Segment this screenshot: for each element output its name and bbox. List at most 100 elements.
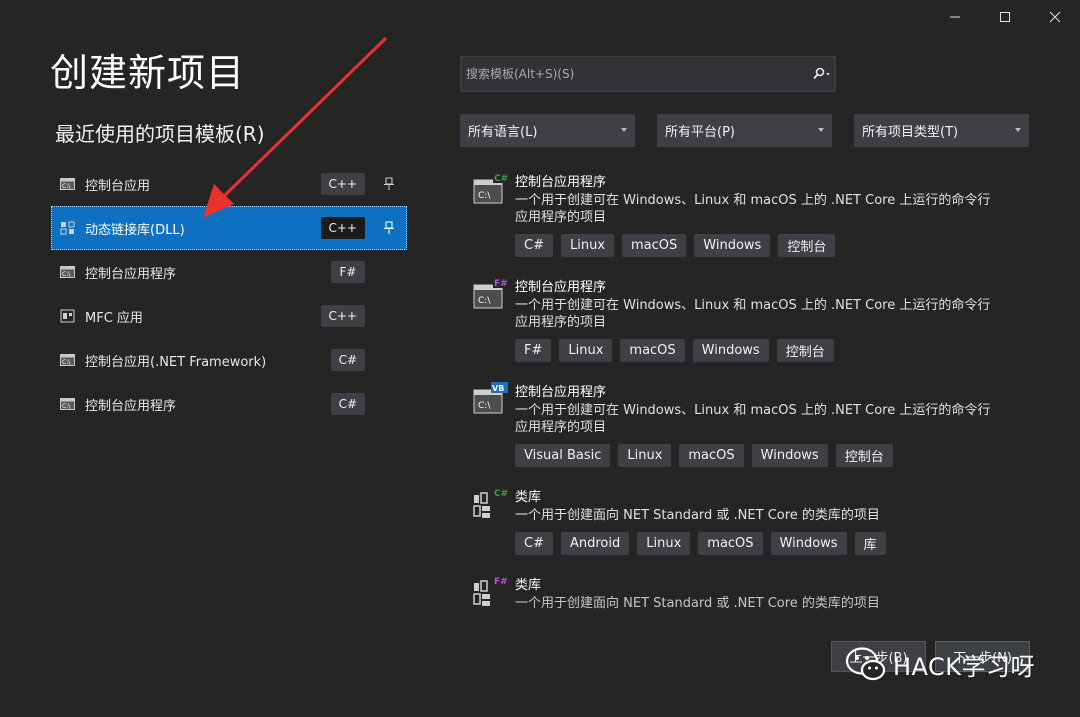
template-tag: Linux xyxy=(618,444,672,467)
window-controls xyxy=(930,0,1080,34)
template-language-badge: C# xyxy=(494,489,508,499)
template-tag: Windows xyxy=(770,532,847,555)
svg-text:C:\: C:\ xyxy=(478,296,491,306)
project-type-filter[interactable]: 所有项目类型(T) xyxy=(854,114,1029,147)
template-description: 一个用于创建可在 Windows、Linux 和 macOS 上的 .NET C… xyxy=(515,403,991,435)
template-tags: F# Linux macOS Windows 控制台 xyxy=(515,339,1012,363)
template-tag: Windows xyxy=(692,339,769,362)
svg-text:C:\: C:\ xyxy=(62,359,71,366)
language-tag: C++ xyxy=(320,305,365,327)
template-language-badge: VB xyxy=(492,384,504,393)
console-app-icon: C:\ xyxy=(59,396,77,412)
watermark-text: HACK学习呀 xyxy=(893,652,1036,681)
svg-text:C:\: C:\ xyxy=(478,401,491,411)
template-tag: Linux xyxy=(637,532,691,555)
template-tag: 控制台 xyxy=(778,234,836,257)
console-app-icon: C:\ VB xyxy=(473,382,508,414)
project-type-filter-label: 所有项目类型(T) xyxy=(862,125,959,140)
class-library-icon: F# xyxy=(473,575,508,606)
template-tag: Linux xyxy=(560,234,615,257)
language-filter-label: 所有语言(L) xyxy=(468,125,538,140)
recent-item[interactable]: MFC 应用 C++ xyxy=(51,294,407,338)
template-list: C:\ C# 控制台应用程序 一个用于创建可在 Windows、Linux 和 … xyxy=(472,168,1012,621)
recent-templates-heading: 最近使用的项目模板(R) xyxy=(55,122,265,146)
template-tag: C# xyxy=(515,532,553,555)
svg-text:C:\: C:\ xyxy=(62,183,71,190)
class-library-icon: C# xyxy=(473,487,508,518)
wechat-logo-icon xyxy=(845,647,886,681)
template-tag: 控制台 xyxy=(835,444,893,467)
template-tags: Visual Basic Linux macOS Windows 控制台 xyxy=(515,444,1012,468)
template-language-badge: C# xyxy=(494,174,508,184)
template-tag: Android xyxy=(560,532,630,555)
template-item[interactable]: C:\ VB 控制台应用程序 一个用于创建可在 Windows、Linux 和 … xyxy=(472,378,1012,483)
mfc-app-icon xyxy=(59,308,77,324)
watermark: HACK学习呀 xyxy=(845,645,1035,683)
recent-item[interactable]: C:\ 控制台应用(.NET Framework) C# xyxy=(51,338,407,382)
maximize-icon[interactable] xyxy=(980,0,1030,34)
recent-item[interactable]: C:\ 控制台应用 C++ xyxy=(51,162,407,206)
template-tag: Linux xyxy=(559,339,613,362)
svg-text:C:\: C:\ xyxy=(62,403,71,410)
template-tags: C# Android Linux macOS Windows 库 xyxy=(515,532,1012,556)
template-tag: macOS xyxy=(622,234,687,257)
svg-text:C:\: C:\ xyxy=(62,271,71,278)
console-app-icon: C:\ xyxy=(59,176,77,192)
language-tag: F# xyxy=(331,261,365,283)
template-tag: 库 xyxy=(854,532,886,555)
console-app-icon: C:\ xyxy=(59,264,77,280)
template-search-input[interactable] xyxy=(461,57,807,91)
chevron-down-icon xyxy=(1015,128,1021,132)
chevron-down-icon xyxy=(621,128,627,132)
template-tag: macOS xyxy=(679,444,744,467)
svg-text:C:\: C:\ xyxy=(478,191,491,201)
console-app-icon: C:\ F# xyxy=(473,277,508,309)
template-item[interactable]: C:\ C# 控制台应用程序 一个用于创建可在 Windows、Linux 和 … xyxy=(472,168,1012,273)
template-tag: Windows xyxy=(694,234,771,257)
console-app-icon: C:\ C# xyxy=(473,172,508,204)
dll-icon xyxy=(59,220,77,236)
pin-icon[interactable] xyxy=(383,176,395,192)
template-description: 一个用于创建可在 Windows、Linux 和 macOS 上的 .NET C… xyxy=(515,298,991,330)
recent-item[interactable]: C:\ 控制台应用程序 F# xyxy=(51,250,407,294)
language-tag: C++ xyxy=(320,217,365,239)
chevron-down-icon xyxy=(818,128,824,132)
recent-templates-list: C:\ 控制台应用 C++ 动态链接库(DLL) C++ C:\ 控制台应用程序… xyxy=(51,162,407,426)
page-title: 创建新项目 xyxy=(50,51,246,95)
template-description: 一个用于创建面向 NET Standard 或 .NET Core 的类库的项目 xyxy=(515,596,880,611)
platform-filter-label: 所有平台(P) xyxy=(665,125,735,140)
template-search-box xyxy=(460,56,836,92)
template-tag: macOS xyxy=(698,532,763,555)
search-icon[interactable] xyxy=(807,57,835,91)
language-tag: C# xyxy=(330,393,365,415)
template-item[interactable]: C# 类库 一个用于创建面向 NET Standard 或 .NET Core … xyxy=(472,483,1012,571)
platform-filter[interactable]: 所有平台(P) xyxy=(657,114,832,147)
template-title: 控制台应用程序 xyxy=(515,175,607,190)
template-tag: Visual Basic xyxy=(515,444,611,467)
template-tag: macOS xyxy=(620,339,685,362)
minimize-icon[interactable] xyxy=(930,0,980,34)
language-tag: C# xyxy=(330,349,365,371)
template-tag: Windows xyxy=(751,444,828,467)
template-title: 类库 xyxy=(515,490,542,505)
template-language-badge: F# xyxy=(494,577,508,587)
template-title: 控制台应用程序 xyxy=(515,385,607,400)
pin-icon[interactable] xyxy=(383,220,395,236)
template-tag: C# xyxy=(515,234,553,257)
console-app-icon: C:\ xyxy=(59,352,77,368)
template-tag: 控制台 xyxy=(776,339,834,362)
language-tag: C++ xyxy=(320,173,365,195)
template-item[interactable]: C:\ F# 控制台应用程序 一个用于创建可在 Windows、Linux 和 … xyxy=(472,273,1012,378)
template-description: 一个用于创建面向 NET Standard 或 .NET Core 的类库的项目 xyxy=(515,508,880,523)
template-title: 控制台应用程序 xyxy=(515,280,607,295)
close-icon[interactable] xyxy=(1030,0,1080,34)
template-tag: F# xyxy=(515,339,552,362)
template-title: 类库 xyxy=(515,578,542,593)
template-item[interactable]: F# 类库 一个用于创建面向 NET Standard 或 .NET Core … xyxy=(472,571,1012,621)
template-description: 一个用于创建可在 Windows、Linux 和 macOS 上的 .NET C… xyxy=(515,193,991,225)
recent-item[interactable]: C:\ 控制台应用程序 C# xyxy=(51,382,407,426)
recent-item[interactable]: 动态链接库(DLL) C++ xyxy=(51,206,407,250)
language-filter[interactable]: 所有语言(L) xyxy=(460,114,635,147)
template-tags: C# Linux macOS Windows 控制台 xyxy=(515,234,1012,258)
template-language-badge: F# xyxy=(494,279,508,289)
